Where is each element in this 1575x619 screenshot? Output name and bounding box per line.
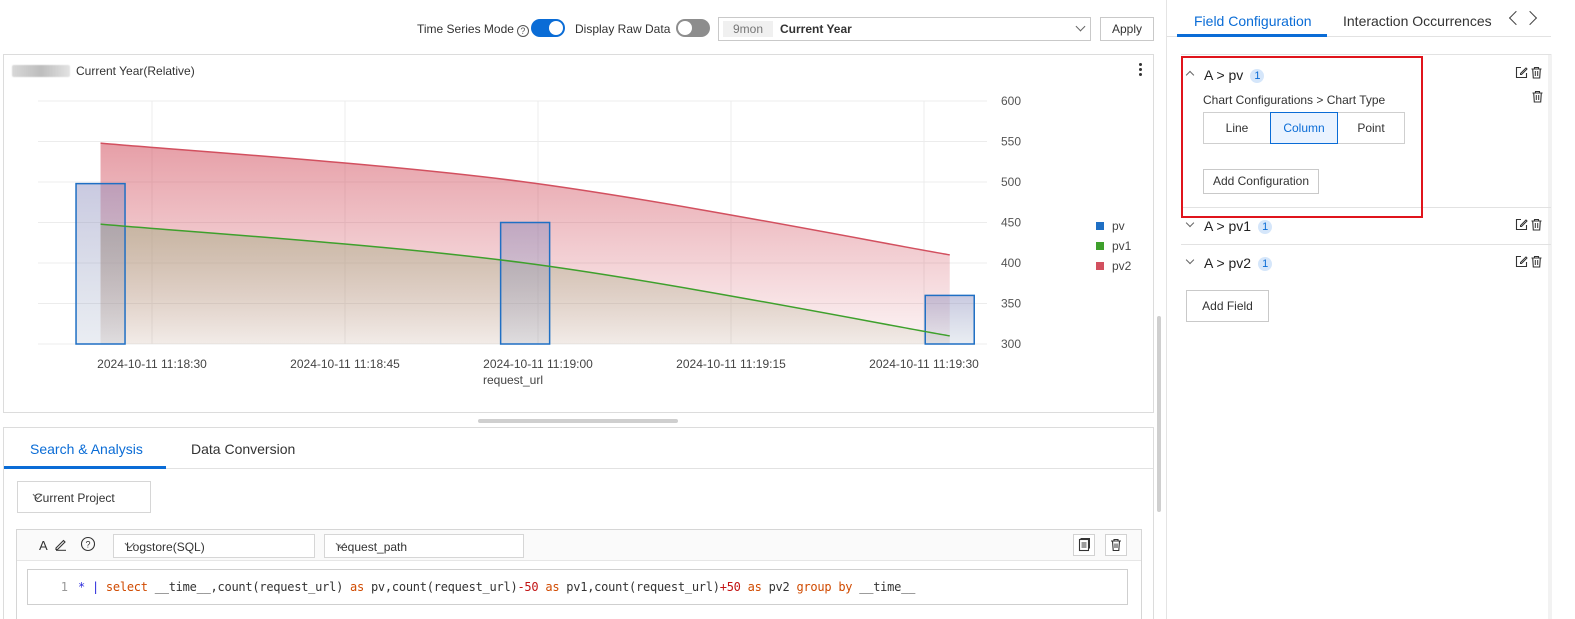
trash-icon[interactable] [1530,218,1543,234]
add-field-button[interactable]: Add Field [1186,290,1269,322]
y-tick-label: 450 [1001,216,1021,230]
y-tick-label: 400 [1001,256,1021,270]
field-pv2[interactable]: A > pv2 1 [1181,246,1551,282]
copy-icon [1078,538,1090,552]
pv-bar [499,221,551,345]
legend-swatch-pv2 [1096,262,1104,270]
x-axis-label: request_url [483,373,543,387]
apply-button[interactable]: Apply [1100,17,1154,41]
pv-bar [924,294,975,345]
field-name: A > pv1 1 [1204,218,1273,234]
chevron-down-icon[interactable] [1185,218,1195,228]
chevron-down-icon [1075,21,1086,32]
top-toolbar: Time Series Mode? Display Raw Data 9mon … [0,14,1160,44]
toggle-knob [549,21,563,35]
x-tick-label: 2024-10-11 11:19:15 [676,357,786,371]
chart-type-segmented: Line Column Point [1203,112,1405,144]
display-raw-data-label: Display Raw Data [575,22,671,36]
field-name: A > pv2 1 [1204,255,1273,271]
divider [1181,207,1551,208]
tab-interaction-occurrences[interactable]: Interaction Occurrences [1343,13,1492,29]
edit-icon[interactable] [1515,255,1528,271]
tab-search-analysis[interactable]: Search & Analysis [30,441,143,457]
left-scrollbar[interactable] [1157,316,1161,512]
legend-label-pv2: pv2 [1112,259,1132,273]
trash-icon[interactable] [1530,66,1543,82]
copy-query-button[interactable] [1073,534,1095,556]
x-tick-label: 2024-10-11 11:18:45 [290,357,400,371]
project-select-value: Current Project [34,491,115,505]
editor-tabs: Search & Analysis Data Conversion [4,428,1153,469]
query-text: * | select __time__,count(request_url) a… [78,580,916,594]
help-icon[interactable]: ? [80,536,96,555]
svg-text:?: ? [85,540,90,550]
time-range-tag: 9mon [723,21,774,37]
field-pv[interactable]: A > pv 1 [1181,56,1551,92]
right-scrollbar[interactable] [1548,54,1552,619]
active-tab-indicator [4,466,166,469]
chart-type-point[interactable]: Point [1338,113,1404,143]
x-tick-label: 2024-10-11 11:19:30 [869,357,979,371]
logstore-value: request_path [337,540,408,554]
y-tick-label: 300 [1001,337,1021,351]
count-badge: 1 [1250,69,1265,83]
font-size-icon[interactable]: A [39,538,48,553]
logstore-select[interactable]: request_path [324,534,524,558]
active-tab-indicator [1177,34,1327,37]
time-series-mode-label: Time Series Mode? [417,22,529,37]
edit-icon[interactable] [1515,66,1528,82]
chevron-down-icon[interactable] [1185,255,1195,265]
query-toolbar: A ? Logstore(SQL) request_path [17,530,1141,561]
query-box: A ? Logstore(SQL) request_path 1 * | sel… [16,529,1142,619]
field-name: A > pv 1 [1204,67,1265,83]
pv-bar [75,182,126,345]
legend-label-pv1: pv1 [1112,239,1132,253]
x-tick-label: 2024-10-11 11:19:00 [483,357,593,371]
count-badge: 1 [1258,220,1273,234]
trash-icon [1111,538,1121,552]
chart-type-column[interactable]: Column [1270,112,1338,144]
time-range-select[interactable]: 9mon Current Year [718,17,1091,41]
toggle-knob [678,21,692,35]
display-raw-data-toggle[interactable] [676,19,710,37]
y-tick-label: 550 [1001,135,1021,149]
clear-query-button[interactable] [1105,534,1127,556]
y-tick-label: 500 [1001,175,1021,189]
time-series-mode-toggle[interactable] [531,19,565,37]
edit-icon[interactable] [1515,218,1528,234]
query-editor-panel: Search & Analysis Data Conversion Curren… [3,427,1154,619]
config-path-label: Chart Configurations > Chart Type [1203,93,1386,107]
tab-field-configuration[interactable]: Field Configuration [1194,13,1312,29]
legend-swatch-pv1 [1096,242,1104,250]
line-number: 1 [60,580,68,594]
divider [1181,54,1551,55]
y-tick-label: 600 [1001,94,1021,108]
query-input[interactable]: 1 * | select __time__,count(request_url)… [27,569,1128,605]
field-config-panel: Field Configuration Interaction Occurren… [1167,0,1575,619]
y-tick-label: 350 [1001,297,1021,311]
legend-label-pv: pv [1112,219,1125,233]
x-tick-label: 2024-10-11 11:18:30 [97,357,207,371]
project-select[interactable]: Current Project [17,481,151,513]
store-type-value: Logstore(SQL) [126,540,205,554]
chart-plot: 300 350 400 450 500 550 600 2024-10-11 11:18:30… [38,94,1132,387]
help-icon[interactable]: ? [516,25,529,37]
field-pv1[interactable]: A > pv1 1 [1181,209,1551,245]
legend-swatch-pv [1096,222,1104,230]
store-type-select[interactable]: Logstore(SQL) [113,534,315,558]
divider [1181,244,1551,245]
right-tabs: Field Configuration Interaction Occurren… [1167,0,1551,37]
tab-data-conversion[interactable]: Data Conversion [191,441,295,457]
add-configuration-button[interactable]: Add Configuration [1203,169,1319,194]
chart-type-line[interactable]: Line [1204,113,1270,143]
chevron-up-icon[interactable] [1185,70,1195,80]
chart-panel: Current Year(Relative) 300 350 400 450 500 55… [3,54,1154,413]
panel-resize-handle[interactable] [478,419,678,423]
count-badge: 1 [1258,257,1273,271]
pen-icon[interactable] [54,537,68,554]
trash-icon[interactable] [1530,255,1543,271]
trash-icon[interactable] [1531,90,1544,106]
time-range-value: Current Year [780,22,852,36]
